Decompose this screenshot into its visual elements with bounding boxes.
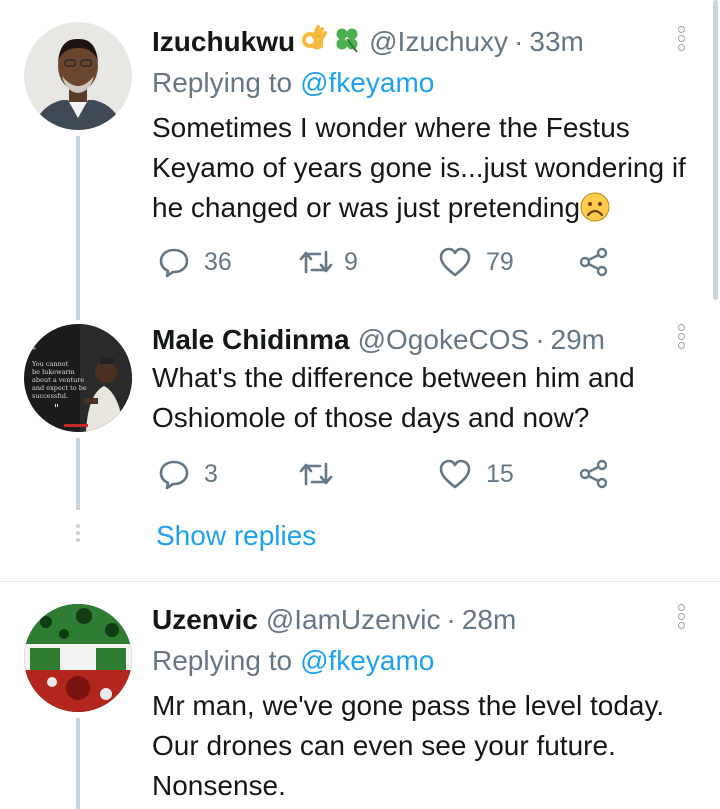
svg-text:and expect to be: and expect to be — [32, 384, 87, 392]
retweet-icon — [299, 462, 333, 486]
separator-dot: · — [446, 604, 456, 635]
like-button[interactable]: 15 — [438, 454, 514, 494]
retweet-icon — [299, 250, 333, 274]
frowning-face-icon — [580, 192, 610, 222]
mention-link[interactable]: @fkeyamo — [300, 645, 434, 676]
reply-icon — [159, 460, 189, 490]
thread-line — [76, 718, 80, 809]
replying-to-label: Replying to — [152, 645, 293, 676]
thread-line — [76, 438, 80, 510]
avatar-uzenvic[interactable] — [24, 604, 132, 712]
replying-to: Replying to @fkeyamo — [152, 64, 434, 102]
svg-text:You cannot: You cannot — [31, 360, 69, 368]
tweet-actions: 3 15 — [158, 454, 618, 494]
like-button[interactable]: 79 — [438, 242, 514, 282]
display-name[interactable]: Uzenvic — [152, 604, 258, 636]
separator-dot: · — [514, 26, 524, 57]
svg-text:about a venture: about a venture — [32, 376, 84, 384]
display-name[interactable]: Izuchukwu — [152, 26, 295, 58]
tweet-male-chidinma[interactable]: " You cannot be lukewarm about a venture… — [0, 300, 720, 582]
svg-text:": " — [32, 347, 36, 357]
more-options-icon[interactable] — [678, 604, 686, 631]
tweet-text: What's the difference between him and Os… — [152, 362, 635, 433]
tweet-izuchukwu[interactable]: Izuchukwu @Izuchuxy · 33m Replying to @fk… — [0, 0, 720, 300]
share-button[interactable] — [578, 454, 610, 494]
tweet-header: Male Chidinma @OgokeCOS · 29m — [152, 320, 605, 360]
tweet-uzenvic[interactable]: Uzenvic @IamUzenvic · 28m Replying to @fk… — [0, 582, 720, 809]
avatar-male-chidinma[interactable]: " You cannot be lukewarm about a venture… — [24, 324, 132, 432]
timestamp[interactable]: 29m — [551, 324, 605, 356]
tweet-text: Sometimes I wonder where the Festus Keya… — [152, 108, 702, 228]
svg-text:": " — [54, 402, 59, 415]
user-handle[interactable]: @IamUzenvic — [266, 604, 441, 636]
more-options-icon[interactable] — [678, 324, 686, 351]
retweet-count: 9 — [344, 247, 358, 276]
reply-icon — [159, 248, 189, 278]
svg-text:be lukewarm: be lukewarm — [32, 368, 75, 376]
display-name[interactable]: Male Chidinma — [152, 324, 350, 356]
share-button[interactable] — [578, 242, 610, 282]
retweet-button[interactable]: 9 — [298, 242, 358, 282]
reply-button[interactable]: 3 — [158, 454, 218, 494]
user-handle[interactable]: @Izuchuxy — [369, 26, 508, 58]
tweet-header: Izuchukwu @Izuchuxy · 33m — [152, 22, 584, 62]
avatar-izuchukwu[interactable] — [24, 22, 132, 130]
user-handle[interactable]: @OgokeCOS — [358, 324, 530, 356]
thread-line — [76, 136, 80, 300]
ok-hand-icon — [301, 24, 328, 60]
share-icon — [579, 247, 608, 277]
svg-text:successful.: successful. — [32, 392, 68, 400]
retweet-button[interactable] — [298, 454, 334, 494]
heart-icon — [439, 459, 471, 489]
replying-to-label: Replying to — [152, 67, 293, 98]
tweet-actions: 36 9 79 — [158, 242, 618, 282]
reply-button[interactable]: 36 — [158, 242, 232, 282]
tweet-text: Mr man, we've gone pass the level today.… — [152, 690, 665, 801]
show-replies-link[interactable]: Show replies — [156, 520, 316, 552]
share-icon — [579, 459, 608, 489]
replying-to: Replying to @fkeyamo — [152, 642, 434, 680]
like-count: 15 — [486, 459, 514, 488]
mention-link[interactable]: @fkeyamo — [300, 67, 434, 98]
reply-count: 3 — [204, 459, 218, 488]
timestamp[interactable]: 28m — [462, 604, 516, 636]
tweet-header: Uzenvic @IamUzenvic · 28m — [152, 600, 516, 640]
separator-dot: · — [535, 324, 545, 355]
thread-dots — [76, 524, 80, 545]
heart-icon — [439, 247, 471, 277]
thread-line — [76, 300, 80, 320]
four-leaf-clover-icon — [333, 25, 361, 60]
timestamp[interactable]: 33m — [529, 26, 583, 58]
reply-count: 36 — [204, 247, 232, 276]
more-options-icon[interactable] — [678, 26, 686, 53]
like-count: 79 — [486, 247, 514, 276]
